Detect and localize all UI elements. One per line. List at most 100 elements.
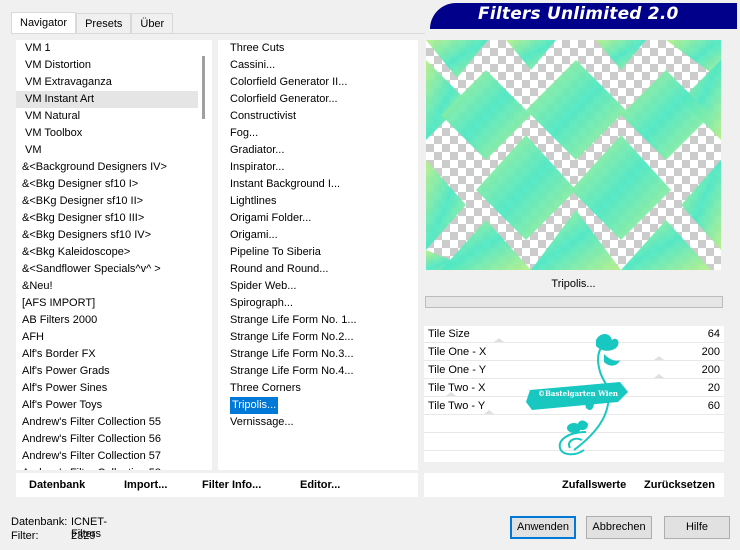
reset-button[interactable]: Zurücksetzen — [644, 479, 715, 491]
category-item[interactable]: Andrew's Filter Collection 57 — [16, 448, 212, 465]
filter-item[interactable]: Cassini... — [218, 57, 418, 74]
filter-item[interactable]: Fog... — [218, 125, 418, 142]
param-value: 64 — [707, 328, 720, 340]
category-item[interactable]: AB Filters 2000 — [16, 312, 212, 329]
filter-item[interactable]: Spider Web... — [218, 278, 418, 295]
slider-thumb[interactable] — [494, 338, 504, 342]
filter-item[interactable]: Pipeline To Siberia — [218, 244, 418, 261]
filter-item-label: Origami... — [230, 229, 278, 241]
help-button[interactable]: Hilfe — [664, 516, 730, 539]
tab-about[interactable]: Über — [131, 13, 174, 34]
scrollbar-thumb[interactable] — [202, 56, 205, 119]
category-scrollbar[interactable] — [198, 40, 212, 470]
filter-item-label: Cassini... — [230, 59, 276, 71]
filter-item-label: Spider Web... — [230, 280, 297, 292]
filter-item-label: Instant Background I... — [230, 178, 341, 190]
filter-item-label: Lightlines — [230, 195, 277, 207]
category-item[interactable]: &<Bkg Kaleidoscope> — [16, 244, 212, 261]
slider-thumb[interactable] — [484, 410, 494, 414]
apply-button[interactable]: Anwenden — [510, 516, 576, 539]
filter-item-label: Strange Life Form No.2... — [230, 331, 354, 343]
random-values-button[interactable]: Zufallswerte — [562, 479, 626, 491]
filter-item[interactable]: Lightlines — [218, 193, 418, 210]
category-item[interactable]: &<Background Designers IV> — [16, 159, 212, 176]
slider-thumb[interactable] — [446, 392, 456, 396]
tab-navigator[interactable]: Navigator — [11, 12, 77, 34]
filter-item[interactable]: Instant Background I... — [218, 176, 418, 193]
category-item[interactable]: Andrew's Filter Collection 56 — [16, 431, 212, 448]
filter-item[interactable]: Strange Life Form No. 1... — [218, 312, 418, 329]
filter-item-label: Strange Life Form No.3... — [230, 348, 354, 360]
category-item[interactable]: VM 1 — [16, 40, 212, 57]
tool-bar: Datenbank Import... Filter Info... Edito… — [16, 473, 418, 497]
filter-item[interactable]: Spirograph... — [218, 295, 418, 312]
filter-item[interactable]: Constructivist — [218, 108, 418, 125]
category-list[interactable]: VM 1 VM Distortion VM Extravaganza VM Insta… — [16, 40, 212, 470]
slider-thumb[interactable] — [654, 356, 664, 360]
filter-item[interactable]: Strange Life Form No.4... — [218, 363, 418, 380]
filter-item[interactable]: Three Corners — [218, 380, 418, 397]
category-item[interactable]: VM Toolbox — [16, 125, 212, 142]
filter-item-label: Origami Folder... — [230, 212, 312, 224]
progress-bar — [425, 296, 723, 308]
tab-divider — [11, 33, 425, 34]
filter-item-label: Colorfield Generator II... — [230, 76, 348, 88]
category-item[interactable]: Andrew's Filter Collection 55 — [16, 414, 212, 431]
category-item[interactable]: &<BKg Designer sf10 II> — [16, 193, 212, 210]
category-item[interactable]: Alf's Power Toys — [16, 397, 212, 414]
category-item[interactable]: &<Bkg Designers sf10 IV> — [16, 227, 212, 244]
filter-item[interactable]: Colorfield Generator II... — [218, 74, 418, 91]
filter-item-selected[interactable]: Tripolis... — [218, 397, 418, 414]
category-item[interactable]: &Neu! — [16, 278, 212, 295]
category-item[interactable]: VM — [16, 142, 212, 159]
category-item[interactable]: &<Sandflower Specials^v^ > — [16, 261, 212, 278]
category-item[interactable]: Andrew's Filter Collection 58 — [16, 465, 212, 470]
tab-bar: Navigator Presets Über — [11, 12, 174, 34]
category-item[interactable]: VM Natural — [16, 108, 212, 125]
filter-item[interactable]: Round and Round... — [218, 261, 418, 278]
filter-item[interactable]: Three Cuts — [218, 40, 418, 57]
current-filter-name: Tripolis... — [551, 278, 596, 290]
filter-item[interactable]: Colorfield Generator... — [218, 91, 418, 108]
filter-item-label: Vernissage... — [230, 416, 294, 428]
category-item[interactable]: Alf's Power Grads — [16, 363, 212, 380]
filter-list[interactable]: Three Cuts Cassini... Colorfield Generator… — [218, 40, 418, 470]
category-item[interactable]: Alf's Power Sines — [16, 380, 212, 397]
category-item[interactable]: &<Bkg Designer sf10 I> — [16, 176, 212, 193]
filter-item[interactable]: Strange Life Form No.3... — [218, 346, 418, 363]
editor-button[interactable]: Editor... — [300, 479, 340, 491]
filter-item[interactable]: Strange Life Form No.2... — [218, 329, 418, 346]
filter-item[interactable]: Gradiator... — [218, 142, 418, 159]
filter-item[interactable]: Vernissage... — [218, 414, 418, 431]
status-filter-label: Filter: — [11, 530, 39, 542]
category-item[interactable]: &<Bkg Designer sf10 III> — [16, 210, 212, 227]
filter-item[interactable]: Origami... — [218, 227, 418, 244]
category-item[interactable]: VM Distortion — [16, 57, 212, 74]
watermark-text: ©Bastelgarten Wien — [538, 389, 618, 398]
filter-item[interactable]: Origami Folder... — [218, 210, 418, 227]
category-item[interactable]: Alf's Border FX — [16, 346, 212, 363]
param-value: 20 — [707, 382, 720, 394]
database-button[interactable]: Datenbank — [29, 479, 85, 491]
param-label: Tile One - X — [428, 346, 487, 358]
category-item[interactable]: [AFS IMPORT] — [16, 295, 212, 312]
param-label: Tile Two - Y — [428, 400, 486, 412]
category-item[interactable]: AFH — [16, 329, 212, 346]
param-value: 200 — [701, 346, 720, 358]
tab-presets[interactable]: Presets — [76, 13, 132, 34]
param-value: 200 — [701, 364, 720, 376]
status-database-label: Datenbank: — [11, 516, 68, 528]
filter-item-label: Strange Life Form No.4... — [230, 365, 354, 377]
filter-info-button[interactable]: Filter Info... — [202, 479, 261, 491]
filter-item-label: Strange Life Form No. 1... — [230, 314, 357, 326]
param-label: Tile One - Y — [428, 364, 487, 376]
status-filter-value: 2329 — [71, 530, 96, 542]
category-item[interactable]: VM Instant Art — [16, 91, 212, 108]
import-button[interactable]: Import... — [124, 479, 167, 491]
preview-image — [426, 40, 721, 270]
slider-thumb[interactable] — [654, 374, 664, 378]
cancel-button[interactable]: Abbrechen — [586, 516, 652, 539]
watermark-logo: ©Bastelgarten Wien — [526, 334, 628, 456]
filter-item[interactable]: Inspirator... — [218, 159, 418, 176]
category-item[interactable]: VM Extravaganza — [16, 74, 212, 91]
